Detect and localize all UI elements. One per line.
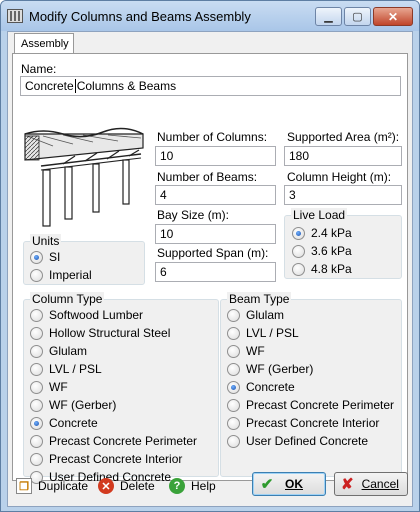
column-type-wf-gerber[interactable]: WF (Gerber) (30, 398, 116, 412)
radio-icon (227, 362, 240, 376)
radio-icon (30, 398, 43, 412)
live-load-title: Live Load (291, 208, 348, 222)
assembly-tab-page: Name: Concrete Columns & Beams Number of… (12, 53, 408, 484)
delete-icon: ✕ (98, 478, 114, 494)
app-icon (7, 9, 23, 23)
radio-icon (227, 308, 240, 322)
bay-size-label: Bay Size (m): (157, 208, 230, 222)
help-link[interactable]: ? Help (169, 478, 216, 494)
column-height-label: Column Height (m): (287, 170, 392, 184)
cancel-x-icon: ✘ (341, 476, 354, 493)
duplicate-link[interactable]: ❐ Duplicate (16, 478, 88, 494)
radio-icon (30, 308, 43, 322)
column-type-precast-interior[interactable]: Precast Concrete Interior (30, 452, 182, 466)
name-input[interactable]: Concrete Columns & Beams (20, 76, 401, 96)
radio-selected-icon (292, 226, 305, 240)
tab-assembly[interactable]: Assembly (14, 33, 74, 54)
window-title: Modify Columns and Beams Assembly (29, 9, 251, 24)
text-caret (74, 79, 76, 93)
column-type-hollow-structural-steel[interactable]: Hollow Structural Steel (30, 326, 170, 340)
beam-type-user-defined-concrete[interactable]: User Defined Concrete (227, 434, 368, 448)
beam-type-lvl-psl[interactable]: LVL / PSL (227, 326, 299, 340)
beam-type-title: Beam Type (227, 292, 292, 306)
title-bar[interactable]: Modify Columns and Beams Assembly ▁ ▢ ✕ (1, 1, 419, 31)
column-type-concrete[interactable]: Concrete (30, 416, 98, 430)
assembly-illustration (23, 126, 145, 228)
dialog-client-area: Assembly Name: ConcreteColumns & Beams (7, 31, 413, 507)
column-type-group: Column Type Softwood Lumber Hollow Struc… (23, 292, 219, 484)
live-load-option-4-8[interactable]: 4.8 kPa (292, 262, 352, 276)
radio-icon (292, 244, 305, 258)
beam-type-wf-gerber[interactable]: WF (Gerber) (227, 362, 313, 376)
close-button[interactable]: ✕ (373, 7, 413, 26)
units-option-si[interactable]: SI (30, 250, 60, 264)
cancel-button[interactable]: ✘ Cancel (334, 472, 408, 496)
column-type-lvl-psl[interactable]: LVL / PSL (30, 362, 102, 376)
beam-type-concrete[interactable]: Concrete (227, 380, 295, 394)
supported-span-label: Supported Span (m): (157, 246, 269, 260)
dialog-window: Modify Columns and Beams Assembly ▁ ▢ ✕ … (0, 0, 420, 512)
units-option-imperial[interactable]: Imperial (30, 268, 92, 282)
delete-link[interactable]: ✕ Delete (98, 478, 155, 494)
radio-selected-icon (30, 250, 43, 264)
beam-type-glulam[interactable]: Glulam (227, 308, 284, 322)
column-height-input[interactable]: 3 (284, 185, 402, 205)
ok-button[interactable]: ✔ OK (252, 472, 326, 496)
beam-type-precast-perimeter[interactable]: Precast Concrete Perimeter (227, 398, 394, 412)
checkmark-icon: ✔ (260, 476, 274, 493)
radio-icon (30, 362, 43, 376)
radio-icon (227, 416, 240, 430)
live-load-option-2-4[interactable]: 2.4 kPa (292, 226, 352, 240)
beam-type-precast-interior[interactable]: Precast Concrete Interior (227, 416, 379, 430)
duplicate-icon: ❐ (16, 478, 32, 494)
live-load-option-3-6[interactable]: 3.6 kPa (292, 244, 352, 258)
num-columns-label: Number of Columns: (157, 130, 268, 144)
name-label: Name: (21, 62, 57, 76)
radio-icon (227, 434, 240, 448)
radio-icon (30, 434, 43, 448)
column-type-precast-perimeter[interactable]: Precast Concrete Perimeter (30, 434, 197, 448)
beam-type-group: Beam Type Glulam LVL / PSL WF WF (Gerber… (220, 292, 402, 477)
beam-type-wf[interactable]: WF (227, 344, 265, 358)
name-value-before-caret: Concrete (25, 79, 74, 93)
num-beams-input[interactable]: 4 (155, 185, 276, 205)
radio-icon (227, 344, 240, 358)
radio-selected-icon (227, 380, 240, 394)
num-columns-input[interactable]: 10 (155, 146, 276, 166)
radio-selected-icon (30, 416, 43, 430)
column-type-title: Column Type (30, 292, 105, 306)
name-value-after-caret: Columns & Beams (76, 79, 177, 93)
help-icon: ? (169, 478, 185, 494)
supported-area-label: Supported Area (m²): (287, 130, 400, 144)
radio-icon (30, 452, 43, 466)
minimize-button[interactable]: ▁ (315, 7, 342, 26)
radio-icon (30, 380, 43, 394)
live-load-group: Live Load 2.4 kPa 3.6 kPa 4.8 kPa (284, 208, 402, 279)
bay-size-input[interactable]: 10 (155, 224, 276, 244)
radio-icon (30, 344, 43, 358)
radio-icon (227, 326, 240, 340)
maximize-button[interactable]: ▢ (344, 7, 371, 26)
units-title: Units (30, 234, 62, 248)
units-group: Units SI Imperial (23, 234, 145, 285)
radio-icon (292, 262, 305, 276)
column-type-softwood-lumber[interactable]: Softwood Lumber (30, 308, 143, 322)
supported-area-input[interactable]: 180 (284, 146, 402, 166)
num-beams-label: Number of Beams: (157, 170, 258, 184)
radio-icon (227, 398, 240, 412)
supported-span-input[interactable]: 6 (155, 262, 276, 282)
radio-icon (30, 326, 43, 340)
column-type-glulam[interactable]: Glulam (30, 344, 87, 358)
column-type-wf[interactable]: WF (30, 380, 68, 394)
radio-icon (30, 268, 43, 282)
